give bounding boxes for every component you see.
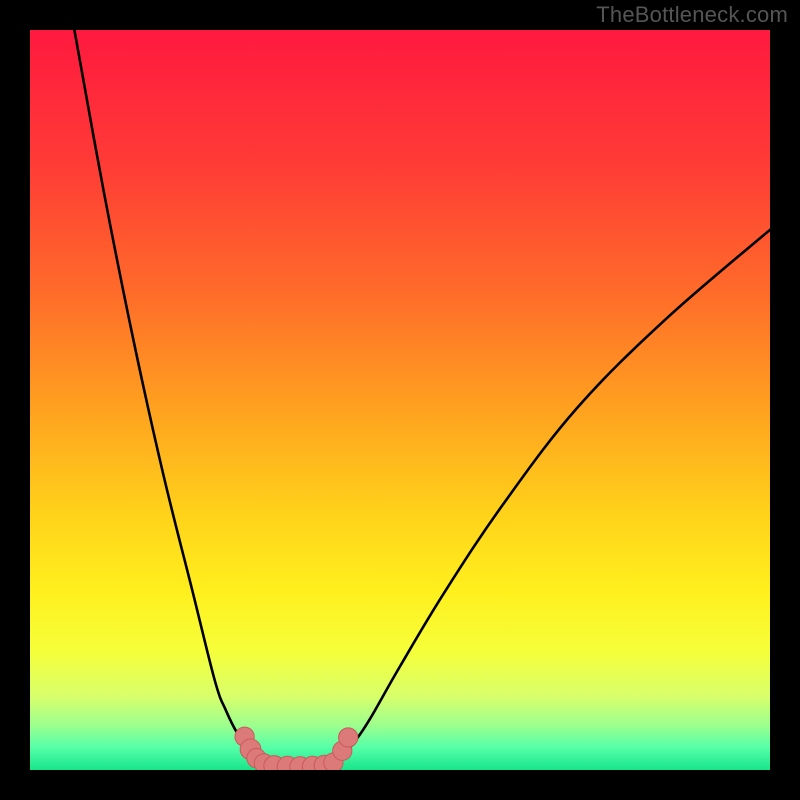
frame: TheBottleneck.com bbox=[0, 0, 800, 800]
curve-layer bbox=[30, 30, 770, 770]
curve-right-branch bbox=[326, 230, 770, 766]
curve-beads bbox=[235, 727, 358, 770]
plot-area bbox=[30, 30, 770, 770]
bead-marker bbox=[339, 728, 358, 747]
curve-left-branch bbox=[74, 30, 274, 766]
watermark-text: TheBottleneck.com bbox=[596, 2, 788, 28]
